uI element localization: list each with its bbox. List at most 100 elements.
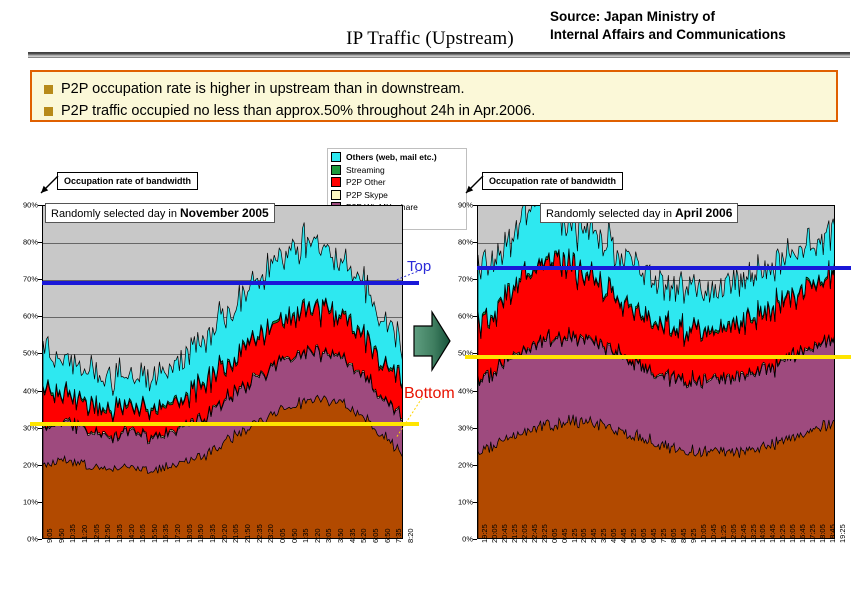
x-axis-tick-label: 10:45: [708, 524, 718, 543]
legend-item: P2P Skype: [331, 189, 463, 202]
y-axis-tick-label: 10%: [22, 497, 38, 507]
x-axis-tick-label: 6:50: [382, 528, 392, 543]
day-caption-prefix: Randomly selected day in: [546, 208, 676, 220]
x-axis-tick-label: 17:25: [808, 524, 818, 543]
x-axis-tick-label: 14:05: [758, 524, 768, 543]
gridline: [43, 242, 402, 244]
gridline: [478, 353, 834, 355]
x-axis-tick-label: 3:05: [324, 528, 334, 543]
x-axis-tick-label: 23:20: [266, 524, 276, 543]
x-axis-tick-label: 21:50: [242, 524, 252, 543]
y-axis-tick-label: 0%: [27, 534, 38, 544]
legend-label: P2P Skype: [346, 189, 388, 200]
source-line-2: Internal Affairs and Communications: [550, 27, 786, 43]
y-axis-tick-label: 80%: [457, 237, 473, 247]
x-axis-tick-label: 21:05: [231, 524, 241, 543]
stacked-area-series: [43, 222, 402, 538]
y-tick-mark: [473, 539, 477, 540]
bottom-leader-line: [396, 398, 423, 439]
x-axis-tick-label: 2:45: [589, 528, 599, 543]
x-axis-tick-label: 10:05: [698, 524, 708, 543]
y-tick-mark: [38, 353, 42, 355]
x-axis-tick-label: 18:45: [828, 524, 838, 543]
x-axis-tick-label: 12:50: [103, 524, 113, 543]
gridline: [43, 428, 402, 430]
x-axis-tick-label: 13:25: [748, 524, 758, 543]
gridline: [43, 316, 402, 318]
bullet-square-icon: [44, 84, 53, 94]
x-axis-tick-label: 22:45: [529, 524, 539, 543]
x-axis-tick-label: 18:50: [196, 524, 206, 543]
x-axis-tick-label: 6:45: [649, 528, 659, 543]
page-title: IP Traffic (Upstream): [346, 28, 514, 49]
x-axis-tick-label: 0:05: [277, 528, 287, 543]
x-axis-tick-label: 8:05: [668, 528, 678, 543]
area-series-streaming: [43, 297, 402, 423]
x-axis-tick-label: 23:25: [539, 524, 549, 543]
y-axis-tick-label: 70%: [22, 274, 38, 284]
x-axis-tick-label: 12:05: [728, 524, 738, 543]
comparison-arrow-icon: [413, 310, 451, 372]
y-tick-mark: [473, 205, 477, 206]
y-axis-tick-label: 70%: [457, 274, 473, 284]
legend-item: P2P Winny: [331, 214, 463, 227]
gridline: [43, 391, 402, 393]
legend-label: P2P WinMX+share: [346, 202, 418, 213]
y-tick-mark: [38, 205, 42, 206]
x-axis-tick-label: 1:25: [569, 528, 579, 543]
summary-callout: P2P occupation rate is higher in upstrea…: [30, 70, 838, 122]
gridline: [478, 279, 834, 281]
x-axis-tick-label: 5:25: [629, 528, 639, 543]
reference-line-top: [477, 266, 851, 271]
x-axis-tick-label: 6:05: [371, 528, 381, 543]
day-caption: Randomly selected day in April 2006: [540, 203, 739, 223]
plot-area: [477, 205, 835, 539]
y-tick-mark: [38, 279, 42, 281]
x-axis-tick-label: 12:05: [91, 524, 101, 543]
y-tick-mark: [38, 316, 42, 318]
x-axis-tick-label: 21:25: [509, 524, 519, 543]
source-credit: Source: Japan Ministry of Internal Affai…: [550, 8, 850, 44]
chart-legend: Others (web, mail etc.) Streaming P2P Othe…: [327, 148, 467, 230]
x-axis-tick-label: 20:20: [219, 524, 229, 543]
x-axis-tick-label: 4:05: [609, 528, 619, 543]
x-axis-tick-label: 10:35: [68, 524, 78, 543]
x-axis-tick-label: 16:35: [161, 524, 171, 543]
legend-label: P2P Winny: [346, 214, 388, 225]
x-axis-tick-label: 15:25: [778, 524, 788, 543]
y-tick-mark: [473, 353, 477, 355]
x-axis-tick-label: 6:05: [639, 528, 649, 543]
legend-item: P2P Other: [331, 176, 463, 189]
callout-arrow-icon: [40, 175, 59, 194]
y-tick-mark: [473, 427, 477, 429]
y-axis-tick-label: 0%: [462, 534, 473, 544]
bullet-square-icon: [44, 106, 53, 116]
legend-label: P2P Other: [346, 177, 386, 188]
x-axis-tick-label: 0:05: [549, 528, 559, 543]
x-axis-tick-label: 19:25: [838, 524, 847, 543]
y-axis-tick-label: 80%: [22, 237, 38, 247]
plot-area: [42, 205, 403, 539]
x-axis-tick-label: 2:20: [312, 528, 322, 543]
occupation-rate-callout: Occupation rate of bandwidth: [482, 172, 624, 190]
x-axis-tick-label: 5:20: [359, 528, 369, 543]
x-axis-tick-label: 0:45: [559, 528, 569, 543]
x-axis-tick-label: 14:45: [768, 524, 778, 543]
legend-swatch-icon: [331, 202, 341, 213]
x-axis-tick-label: 19:25: [480, 524, 489, 543]
x-axis-tick-label: 22:35: [254, 524, 264, 543]
y-tick-mark: [473, 242, 477, 244]
x-axis-tick-label: 1:35: [301, 528, 311, 543]
legend-swatch-icon: [331, 164, 341, 175]
legend-item: Others (web, mail etc.): [331, 151, 463, 164]
reference-line-bottom: [465, 355, 851, 360]
legend-swatch-icon: [331, 177, 341, 188]
x-axis-tick-label: 3:25: [599, 528, 609, 543]
x-axis-tick-label: 9:50: [56, 528, 66, 543]
legend-swatch-icon: [331, 214, 341, 225]
area-series-p2p-skype: [478, 326, 834, 389]
x-axis-tick-label: 20:05: [489, 524, 499, 543]
gridline: [478, 502, 834, 504]
y-tick-mark: [473, 501, 477, 503]
area-series-others-web-mail-etc: [43, 222, 402, 421]
